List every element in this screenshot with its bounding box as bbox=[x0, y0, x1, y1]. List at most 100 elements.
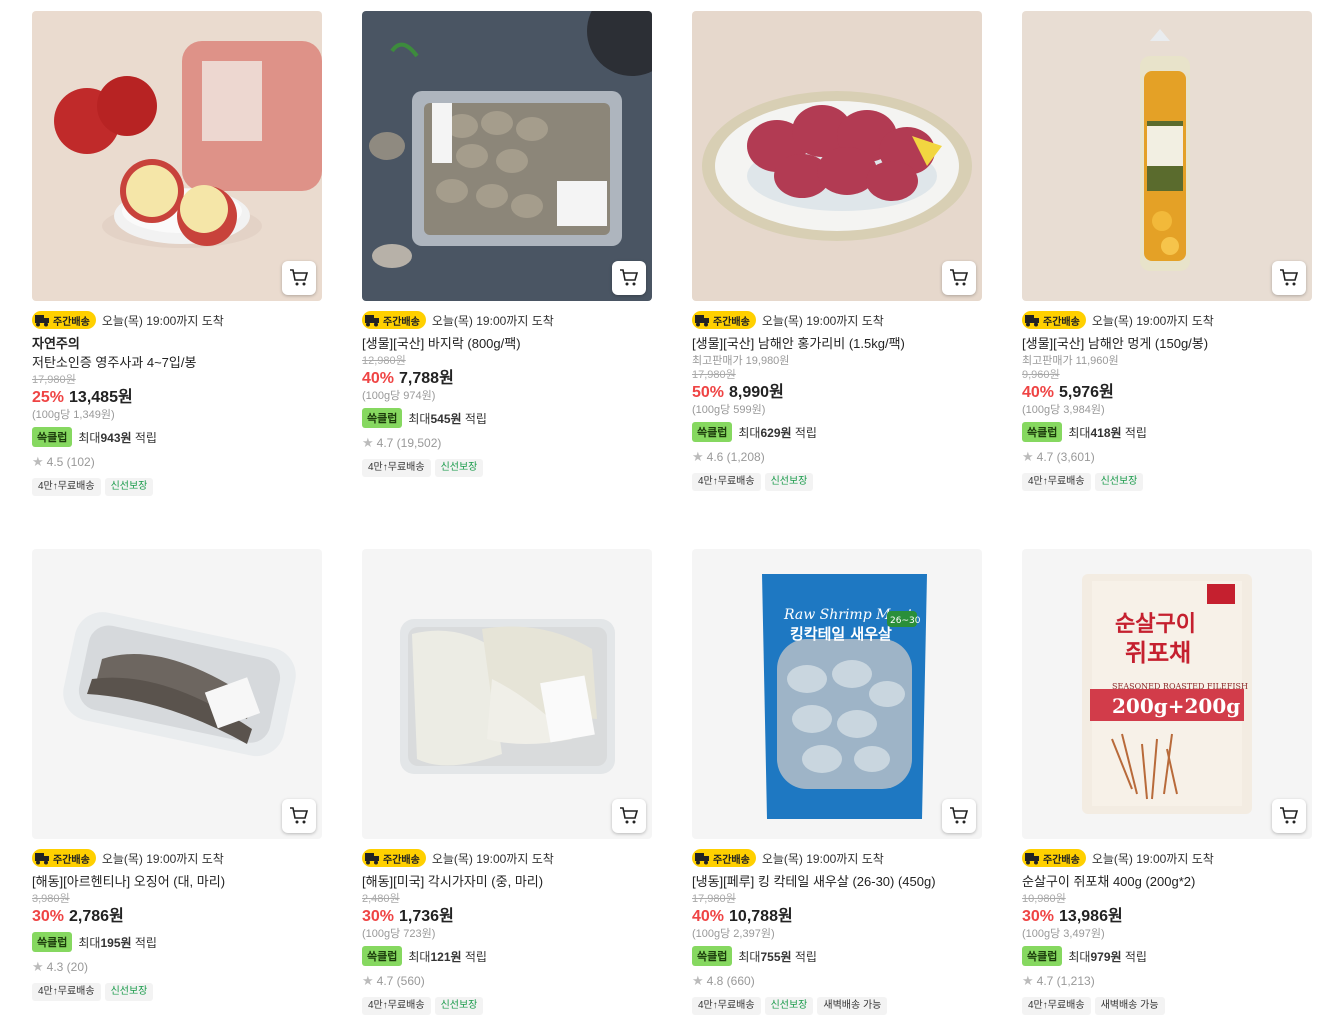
discount-rate: 30% bbox=[32, 908, 65, 925]
tag-list: 4만↑무료배송 신선보장 bbox=[362, 459, 652, 477]
tag-list: 4만↑무료배송 새벽배송 가능 bbox=[1022, 997, 1312, 1015]
discount-rate: 40% bbox=[1022, 384, 1055, 401]
truck-icon bbox=[365, 315, 379, 327]
fresh-guarantee-tag: 신선보장 bbox=[1094, 473, 1144, 491]
cart-icon bbox=[950, 269, 969, 286]
product-image[interactable]: 순살구이 쥐포채 SEASONED ROASTED FILEFISH 200g+… bbox=[1022, 549, 1312, 839]
points-info: 쓱클럽 최대 943원 적립 bbox=[32, 427, 322, 447]
price-row: 30% 1,736원 bbox=[362, 907, 652, 927]
sale-price: 8,990원 bbox=[729, 384, 784, 401]
product-image[interactable] bbox=[32, 549, 322, 839]
delivery-info: 주간배송 오늘(목) 19:00까지 도착 bbox=[1022, 310, 1312, 330]
weekly-delivery-badge: 주간배송 bbox=[32, 311, 96, 329]
product-card[interactable]: 주간배송 오늘(목) 19:00까지 도착 [생물][국산] 남해안 멍게 (1… bbox=[1022, 11, 1312, 491]
sale-price: 5,976원 bbox=[1059, 384, 1114, 401]
product-image[interactable] bbox=[692, 11, 982, 301]
tag-list: 4만↑무료배송 신선보장 bbox=[32, 983, 322, 1001]
add-to-cart-button[interactable] bbox=[282, 261, 316, 295]
product-image[interactable] bbox=[362, 11, 652, 301]
discount-rate: 40% bbox=[692, 908, 725, 925]
delivery-info: 주간배송 오늘(목) 19:00까지 도착 bbox=[362, 310, 652, 330]
cart-icon bbox=[1280, 269, 1299, 286]
arrival-time: 오늘(목) 19:00까지 도착 bbox=[1091, 851, 1214, 866]
ssg-club-badge: 쓱클럽 bbox=[362, 946, 403, 966]
add-to-cart-button[interactable] bbox=[612, 261, 646, 295]
discount-rate: 30% bbox=[362, 908, 395, 925]
rating: ★ 4.7 (3,601) bbox=[1022, 449, 1095, 464]
product-image[interactable] bbox=[32, 11, 322, 301]
unit-price: (100g당 3,497원) bbox=[1022, 928, 1105, 940]
points-info: 쓱클럽 최대 629원 적립 bbox=[692, 422, 982, 442]
rating: ★ 4.5 (102) bbox=[32, 454, 95, 469]
fresh-guarantee-tag: 신선보장 bbox=[434, 459, 484, 477]
arrival-time: 오늘(목) 19:00까지 도착 bbox=[1091, 313, 1214, 328]
points-info: 쓱클럽 최대 121원 적립 bbox=[362, 946, 652, 966]
delivery-info: 주간배송 오늘(목) 19:00까지 도착 bbox=[32, 848, 322, 868]
arrival-time: 오늘(목) 19:00까지 도착 bbox=[431, 851, 554, 866]
ssg-club-badge: 쓱클럽 bbox=[1022, 422, 1063, 442]
arrival-time: 오늘(목) 19:00까지 도착 bbox=[431, 313, 554, 328]
brand-name[interactable]: 자연주의 bbox=[32, 336, 322, 352]
product-card[interactable]: Raw Shrimp Meat 킹칵테일 새우살 26~30 주간배송 오늘(목… bbox=[692, 549, 982, 1015]
tag-list: 4만↑무료배송 신선보장 bbox=[692, 473, 982, 491]
original-price: 12,980원 bbox=[362, 355, 406, 367]
product-title[interactable]: 저탄소인증 영주사과 4~7입/봉 bbox=[32, 355, 322, 371]
ssg-club-badge: 쓱클럽 bbox=[362, 408, 403, 428]
product-card[interactable]: 주간배송 오늘(목) 19:00까지 도착 [생물][국산] 남해안 홍가리비 … bbox=[692, 11, 982, 491]
product-title[interactable]: [생물][국산] 남해안 멍게 (150g/봉) bbox=[1022, 336, 1312, 352]
package-size: 26~30 bbox=[890, 616, 921, 626]
star-icon: ★ bbox=[32, 454, 44, 469]
add-to-cart-button[interactable] bbox=[612, 799, 646, 833]
product-card[interactable]: 주간배송 오늘(목) 19:00까지 도착 [생물][국산] 바지락 (800g… bbox=[362, 11, 652, 477]
discount-rate: 40% bbox=[362, 370, 395, 387]
product-image[interactable]: Raw Shrimp Meat 킹칵테일 새우살 26~30 bbox=[692, 549, 982, 839]
sale-price: 2,786원 bbox=[69, 908, 124, 925]
star-icon: ★ bbox=[692, 449, 704, 464]
product-image[interactable] bbox=[362, 549, 652, 839]
product-card[interactable]: 주간배송 오늘(목) 19:00까지 도착 [해동][미국] 각시가자미 (중,… bbox=[362, 549, 652, 1015]
points-info: 쓱클럽 최대 545원 적립 bbox=[362, 408, 652, 428]
unit-price: (100g당 3,984원) bbox=[1022, 404, 1105, 416]
product-title[interactable]: [해동][아르헨티나] 오징어 (대, 마리) bbox=[32, 874, 322, 890]
rating: ★ 4.3 (20) bbox=[32, 959, 89, 974]
free-shipping-tag: 4만↑무료배송 bbox=[32, 983, 101, 1001]
star-icon: ★ bbox=[1022, 973, 1034, 988]
product-image[interactable] bbox=[1022, 11, 1312, 301]
star-icon: ★ bbox=[1022, 449, 1034, 464]
add-to-cart-button[interactable] bbox=[942, 799, 976, 833]
star-icon: ★ bbox=[32, 959, 44, 974]
product-title[interactable]: [생물][국산] 남해안 홍가리비 (1.5kg/팩) bbox=[692, 336, 982, 352]
product-title[interactable]: [생물][국산] 바지락 (800g/팩) bbox=[362, 336, 652, 352]
product-card[interactable]: 순살구이 쥐포채 SEASONED ROASTED FILEFISH 200g+… bbox=[1022, 549, 1312, 1015]
tag-list: 4만↑무료배송 신선보장 bbox=[362, 997, 652, 1015]
star-icon: ★ bbox=[692, 973, 704, 988]
ssg-club-badge: 쓱클럽 bbox=[1022, 946, 1063, 966]
discount-rate: 25% bbox=[32, 389, 65, 406]
unit-price: (100g당 974원) bbox=[362, 390, 436, 402]
product-title[interactable]: 순살구이 쥐포채 400g (200g*2) bbox=[1022, 874, 1312, 890]
arrival-time: 오늘(목) 19:00까지 도착 bbox=[101, 313, 224, 328]
fresh-guarantee-tag: 신선보장 bbox=[764, 997, 814, 1015]
add-to-cart-button[interactable] bbox=[282, 799, 316, 833]
product-card[interactable]: 주간배송 오늘(목) 19:00까지 도착 자연주의 저탄소인증 영주사과 4~… bbox=[32, 11, 322, 496]
truck-icon bbox=[695, 315, 709, 327]
unit-price: (100g당 2,397원) bbox=[692, 928, 775, 940]
add-to-cart-button[interactable] bbox=[1272, 261, 1306, 295]
product-card[interactable]: 주간배송 오늘(목) 19:00까지 도착 [해동][아르헨티나] 오징어 (대… bbox=[32, 549, 322, 1001]
product-title[interactable]: [해동][미국] 각시가자미 (중, 마리) bbox=[362, 874, 652, 890]
free-shipping-tag: 4만↑무료배송 bbox=[362, 459, 431, 477]
cart-icon bbox=[290, 269, 309, 286]
points-info: 쓱클럽 최대 979원 적립 bbox=[1022, 946, 1312, 966]
add-to-cart-button[interactable] bbox=[1272, 799, 1306, 833]
package-line2: 쥐포채 bbox=[1125, 639, 1191, 667]
price-row: 30% 2,786원 bbox=[32, 907, 322, 927]
weekly-delivery-badge: 주간배송 bbox=[362, 311, 426, 329]
points-info: 쓱클럽 최대 195원 적립 bbox=[32, 932, 322, 952]
original-price: 17,980원 bbox=[692, 893, 736, 905]
add-to-cart-button[interactable] bbox=[942, 261, 976, 295]
price-row: 40% 10,788원 bbox=[692, 907, 982, 927]
free-shipping-tag: 4만↑무료배송 bbox=[1022, 997, 1091, 1015]
arrival-time: 오늘(목) 19:00까지 도착 bbox=[761, 851, 884, 866]
weekly-delivery-badge: 주간배송 bbox=[692, 849, 756, 867]
product-title[interactable]: [냉동][페루] 킹 칵테일 새우살 (26-30) (450g) bbox=[692, 874, 982, 890]
